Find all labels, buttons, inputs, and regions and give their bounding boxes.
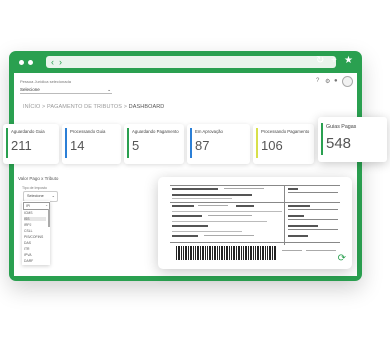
notifications-icon[interactable]: ● (334, 78, 338, 84)
dropdown-option[interactable]: PIS/COFINS (24, 235, 43, 239)
slip-text-line (282, 250, 302, 251)
star-icon[interactable]: ★ (344, 55, 353, 67)
tax-type-label: Tipo de Imposto (22, 186, 47, 190)
reload-icon[interactable]: ↻ (316, 55, 324, 67)
section-title: Valor Pago x Tributo (18, 176, 59, 181)
slip-column-rule (284, 185, 285, 245)
card-label: Processando Pagamento (261, 129, 310, 134)
slip-text-line (172, 235, 198, 237)
card-processando-guia[interactable]: Processando Guia 14 (62, 124, 121, 164)
card-accent (321, 123, 323, 155)
chevron-down-icon: ⌄ (51, 193, 55, 198)
dropdown-option[interactable]: IPVA (24, 253, 31, 257)
slip-text-line (204, 235, 254, 236)
slip-text-line (198, 205, 228, 206)
slip-text-line (224, 188, 264, 189)
breadcrumb-separator: > (123, 104, 127, 110)
breadcrumb: INÍCIO > PAGAMENTO DE TRIBUTOS > DASHBOA… (23, 104, 164, 110)
company-select[interactable]: Selecione ⌄ (20, 87, 112, 94)
chevron-down-icon: ⌄ (107, 87, 111, 92)
barcode-icon (176, 246, 276, 260)
card-value: 106 (261, 138, 283, 153)
card-label: Processando Guia (70, 129, 106, 134)
slip-text-line (288, 215, 304, 217)
slip-rule (170, 242, 340, 243)
dropdown-option[interactable]: ITR (24, 247, 29, 251)
breadcrumb-separator: > (42, 104, 46, 110)
slip-text-line (288, 235, 308, 237)
slip-rule (288, 192, 338, 193)
add-icon[interactable]: + (331, 55, 337, 67)
profile-caption: Pessoa Jurídica selecionada (20, 79, 71, 84)
slip-rule (288, 219, 338, 220)
dropdown-option[interactable]: DARF (24, 259, 33, 263)
slip-text-line (288, 225, 318, 227)
card-value: 211 (11, 138, 32, 153)
card-aguardando-pagamento[interactable]: Aguardando Pagamento 5 (124, 124, 184, 164)
slip-text-line (172, 194, 252, 196)
dropdown-selected-value: IPI (26, 204, 31, 208)
slip-rule (170, 202, 340, 203)
dropdown-option[interactable]: ICMS (24, 211, 32, 215)
card-em-aprovacao[interactable]: Em Aprovação 87 (187, 124, 250, 164)
card-value: 5 (132, 138, 140, 153)
slip-text-line (172, 221, 267, 222)
slip-text-line (172, 188, 218, 190)
slip-text-line (172, 198, 232, 199)
card-processando-pagamento[interactable]: Processando Pagamento 106 (253, 124, 314, 164)
tax-type-value: Selecione (27, 194, 44, 198)
slip-text-line (172, 231, 242, 232)
slip-text-line (172, 205, 194, 207)
card-value: 548 (326, 135, 352, 152)
slip-text-line (172, 225, 208, 227)
window-dot-icon[interactable] (19, 60, 24, 65)
avatar[interactable] (342, 76, 353, 87)
breadcrumb-item-home[interactable]: INÍCIO (23, 104, 40, 110)
slip-rule (288, 229, 338, 230)
back-icon[interactable]: ‹ (51, 57, 54, 67)
dropdown-option[interactable]: ISS (24, 217, 46, 221)
refresh-icon[interactable]: ⟳ (338, 253, 346, 264)
card-label: Aguardando Guia (11, 129, 45, 134)
breadcrumb-current: DASHBOARD (128, 104, 165, 110)
card-label: Guias Pagas (326, 124, 357, 130)
slip-text-line (172, 211, 282, 212)
card-accent (6, 128, 8, 158)
dropdown-option[interactable]: DAS (24, 241, 31, 245)
browser-titlebar: ‹ › ↻ + ★ (9, 51, 362, 74)
settings-icon[interactable]: ⚙ (325, 78, 330, 85)
card-aguardando-guia[interactable]: Aguardando Guia 211 (3, 124, 59, 164)
company-select-value: Selecione (20, 87, 40, 92)
card-label: Em Aprovação (195, 129, 223, 134)
dropdown-option[interactable]: CSLL (24, 229, 32, 233)
slip-rule (288, 209, 338, 210)
payment-slip: ⟳ (158, 177, 352, 269)
slip-text-line (208, 215, 252, 216)
dropdown-scrollbar[interactable] (48, 209, 50, 227)
slip-text-line (172, 215, 202, 217)
card-label: Aguardando Pagamento (132, 129, 179, 134)
card-accent (190, 128, 192, 158)
dropdown-option[interactable]: IRPJ (24, 223, 31, 227)
address-bar[interactable]: ‹ › (46, 56, 336, 68)
card-value: 87 (195, 138, 210, 153)
card-accent (127, 128, 129, 158)
slip-rule (170, 185, 340, 186)
card-value: 14 (70, 138, 85, 153)
forward-icon[interactable]: › (59, 57, 62, 67)
slip-text-line (288, 205, 310, 207)
slip-text-line (288, 188, 298, 190)
breadcrumb-item-tributos[interactable]: PAGAMENTO DE TRIBUTOS (47, 104, 122, 110)
dropdown-selected[interactable]: IPI ⌄ (23, 202, 50, 210)
card-accent (65, 128, 67, 158)
chevron-down-icon: ⌄ (45, 203, 48, 207)
slip-text-line (306, 250, 336, 251)
card-guias-pagas[interactable]: Guias Pagas 548 (318, 117, 387, 162)
tax-type-dropdown: IPI ⌄ ICMS ISS IRPJ CSLL PIS/COFINS DAS … (22, 201, 50, 265)
help-icon[interactable]: ? (316, 78, 319, 84)
window-dot-icon[interactable] (28, 60, 33, 65)
card-accent (256, 128, 258, 158)
slip-text-line (236, 205, 254, 207)
